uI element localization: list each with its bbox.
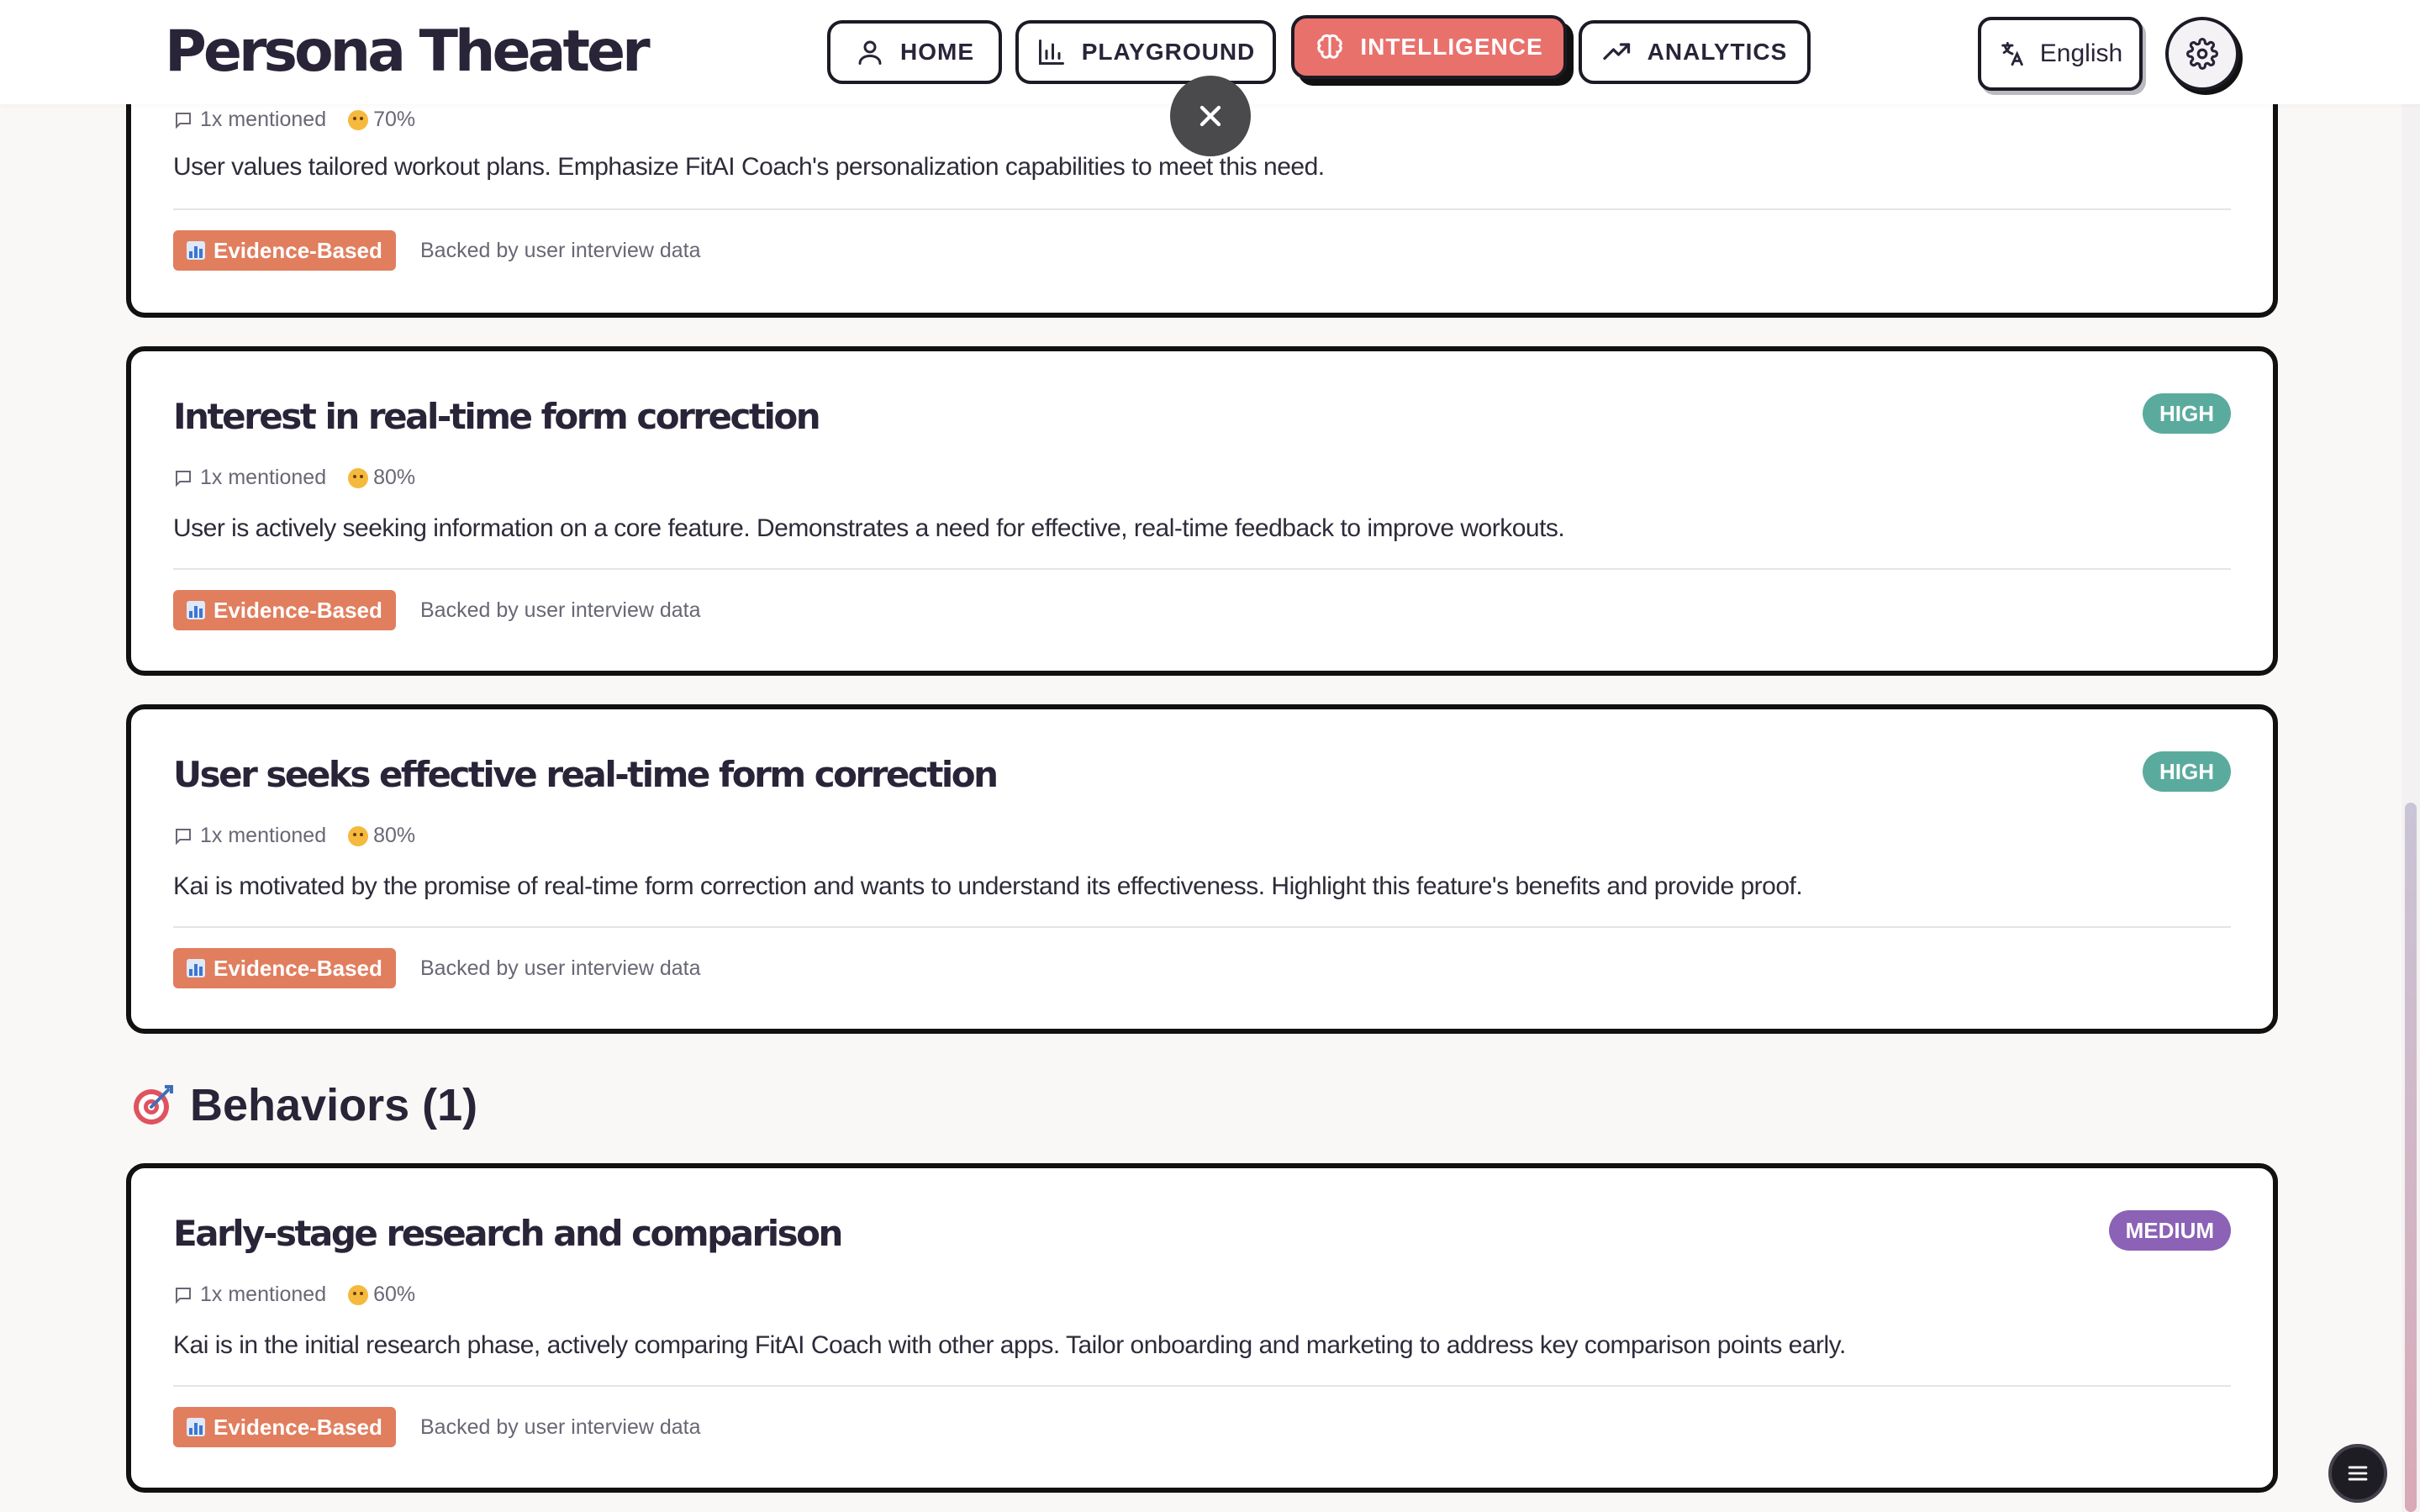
chart-icon: [187, 601, 205, 619]
language-selector[interactable]: English: [1978, 17, 2143, 91]
priority-badge: HIGH: [2143, 751, 2231, 792]
score-text: 60%: [373, 1283, 416, 1306]
gear-icon: [2186, 38, 2218, 70]
evidence-badge: Evidence-Based: [173, 590, 396, 630]
mentions: 1x mentioned: [173, 824, 326, 848]
evidence-label: Evidence-Based: [214, 597, 382, 623]
nav-analytics-button[interactable]: ANALYTICS: [1579, 20, 1811, 84]
card-description: User is actively seeking information on …: [173, 514, 1565, 542]
evidence-label: Evidence-Based: [214, 237, 382, 263]
behaviors-section-heading: Behaviors (1): [131, 1079, 477, 1131]
language-label: English: [2039, 40, 2123, 67]
bar-chart-icon: [1038, 40, 1064, 65]
card-description: Kai is in the initial research phase, ac…: [173, 1331, 1846, 1359]
insight-card: Interest in real-time form correction HI…: [126, 346, 2278, 676]
sentiment-score: 80%: [348, 824, 415, 848]
evidence-note: Backed by user interview data: [420, 1415, 701, 1439]
priority-badge: MEDIUM: [2108, 1210, 2231, 1251]
scrollbar[interactable]: [2402, 0, 2420, 1512]
comment-icon: [176, 470, 191, 487]
evidence-badge: Evidence-Based: [173, 230, 396, 271]
score-text: 70%: [373, 108, 416, 131]
nav-analytics-label: ANALYTICS: [1647, 39, 1788, 65]
nav-playground-label: PLAYGROUND: [1081, 39, 1256, 65]
evidence-label: Evidence-Based: [214, 955, 382, 981]
menu-fab-button[interactable]: [2328, 1444, 2387, 1503]
card-meta: 1x mentioned 60%: [173, 1283, 415, 1307]
comment-icon: [176, 112, 191, 129]
comment-icon: [176, 828, 191, 845]
behavior-card: Early-stage research and comparison MEDI…: [126, 1163, 2278, 1493]
nav-intelligence-label: INTELLIGENCE: [1360, 34, 1543, 60]
card-meta: 1x mentioned 80%: [173, 824, 415, 848]
nav-home-label: HOME: [900, 39, 974, 65]
mentions: 1x mentioned: [173, 108, 326, 132]
trending-up-icon: [1603, 43, 1630, 61]
mentions: 1x mentioned: [173, 1283, 326, 1307]
smiley-icon: [348, 467, 369, 488]
evidence-badge: Evidence-Based: [173, 948, 396, 988]
target-icon: [134, 1085, 173, 1125]
close-button[interactable]: [1170, 76, 1251, 156]
nav-intelligence-button[interactable]: INTELLIGENCE: [1291, 15, 1567, 79]
card-title: Interest in real-time form correction: [173, 396, 821, 437]
sentiment-score: 60%: [348, 1283, 415, 1307]
evidence-note: Backed by user interview data: [420, 598, 701, 622]
priority-badge: HIGH: [2143, 393, 2231, 434]
section-title: Behaviors (1): [190, 1080, 478, 1130]
scrollbar-thumb[interactable]: [2405, 803, 2417, 1512]
evidence-note: Backed by user interview data: [420, 956, 701, 980]
mentions-text: 1x mentioned: [200, 1283, 327, 1306]
card-description: Kai is motivated by the promise of real-…: [173, 872, 1803, 900]
score-text: 80%: [373, 824, 416, 847]
nav-playground-button[interactable]: PLAYGROUND: [1015, 20, 1276, 84]
chart-icon: [187, 959, 205, 977]
score-text: 80%: [373, 466, 416, 489]
divider: [173, 568, 2231, 570]
evidence-badge: Evidence-Based: [173, 1407, 396, 1447]
divider: [173, 1385, 2231, 1387]
divider: [173, 926, 2231, 928]
menu-icon: [2348, 1466, 2368, 1481]
chart-icon: [187, 1418, 205, 1436]
mentions-text: 1x mentioned: [200, 466, 327, 489]
smiley-icon: [348, 109, 369, 130]
divider: [173, 208, 2231, 210]
comment-icon: [176, 1287, 191, 1304]
close-icon: [1199, 105, 1221, 127]
evidence-note: Backed by user interview data: [420, 239, 701, 262]
mentions-text: 1x mentioned: [200, 108, 327, 131]
app-logo[interactable]: Persona Theater: [165, 17, 651, 87]
card-description: User values tailored workout plans. Emph…: [173, 153, 1325, 181]
card-title: User seeks effective real-time form corr…: [173, 754, 999, 795]
sentiment-score: 80%: [348, 466, 415, 490]
settings-button[interactable]: [2165, 17, 2239, 91]
sentiment-score: 70%: [348, 108, 415, 132]
mentions-text: 1x mentioned: [200, 824, 327, 847]
card-title: Early-stage research and comparison: [173, 1213, 843, 1254]
mentions: 1x mentioned: [173, 466, 326, 490]
chart-icon: [187, 241, 205, 260]
user-icon: [858, 40, 882, 65]
brain-icon: [1317, 34, 1342, 59]
card-meta: 1x mentioned 70%: [173, 108, 415, 132]
insight-card: User seeks effective real-time form corr…: [126, 704, 2278, 1034]
nav-home-button[interactable]: HOME: [827, 20, 1002, 84]
translate-icon: [2001, 41, 2023, 66]
card-meta: 1x mentioned 80%: [173, 466, 415, 490]
smiley-icon: [348, 825, 369, 846]
smiley-icon: [348, 1284, 369, 1305]
evidence-label: Evidence-Based: [214, 1414, 382, 1440]
